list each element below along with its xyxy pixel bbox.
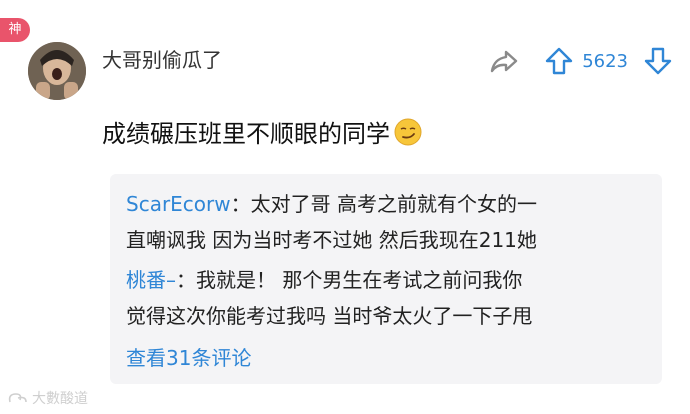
comment-text-row: 成绩碾压班里不顺眼的同学: [102, 114, 422, 149]
watermark: 大數酸道: [6, 388, 88, 408]
smirk-emoji-icon: [394, 118, 422, 145]
reply-item: ScarEcorw：太对了哥 高考之前就有个女的一 直嘲讽我 因为当时考不过她 …: [126, 186, 537, 258]
reply-line-1: ScarEcorw：太对了哥 高考之前就有个女的一: [126, 186, 537, 222]
avatar[interactable]: [28, 42, 86, 100]
reply-author[interactable]: 桃番–: [126, 268, 176, 292]
comment-text: 成绩碾压班里不顺眼的同学: [102, 120, 390, 148]
reply-text-1: 我就是！ 那个男生在考试之前问我你: [196, 268, 523, 292]
reply-separator: ：: [176, 268, 196, 292]
watermark-logo-icon: [8, 393, 27, 403]
downvote-icon[interactable]: [644, 46, 672, 76]
reply-item: 桃番–：我就是！ 那个男生在考试之前问我你 觉得这次你能考过我吗 当时爷太火了一…: [126, 262, 532, 334]
reply-text-2: 觉得这次你能考过我吗 当时爷太火了一下子甩: [126, 304, 533, 328]
username[interactable]: 大哥别偷瓜了: [102, 44, 222, 73]
god-comment-badge: 神: [0, 18, 30, 42]
view-more-replies-link[interactable]: 查看31条评论: [126, 342, 251, 371]
reply-author[interactable]: ScarEcorw: [126, 192, 231, 216]
like-count: 5623: [582, 50, 628, 72]
replies-panel: ScarEcorw：太对了哥 高考之前就有个女的一 直嘲讽我 因为当时考不过她 …: [110, 174, 662, 384]
reply-text-1: 太对了哥 高考之前就有个女的一: [250, 192, 537, 216]
reply-text-2: 直嘲讽我 因为当时考不过她 然后我现在211她: [126, 228, 537, 252]
watermark-text: 大數酸道: [32, 391, 88, 407]
share-icon[interactable]: [488, 45, 520, 77]
reply-separator: ：: [230, 192, 251, 216]
upvote-icon[interactable]: [544, 46, 574, 76]
reply-line-1: 桃番–：我就是！ 那个男生在考试之前问我你: [126, 262, 532, 298]
